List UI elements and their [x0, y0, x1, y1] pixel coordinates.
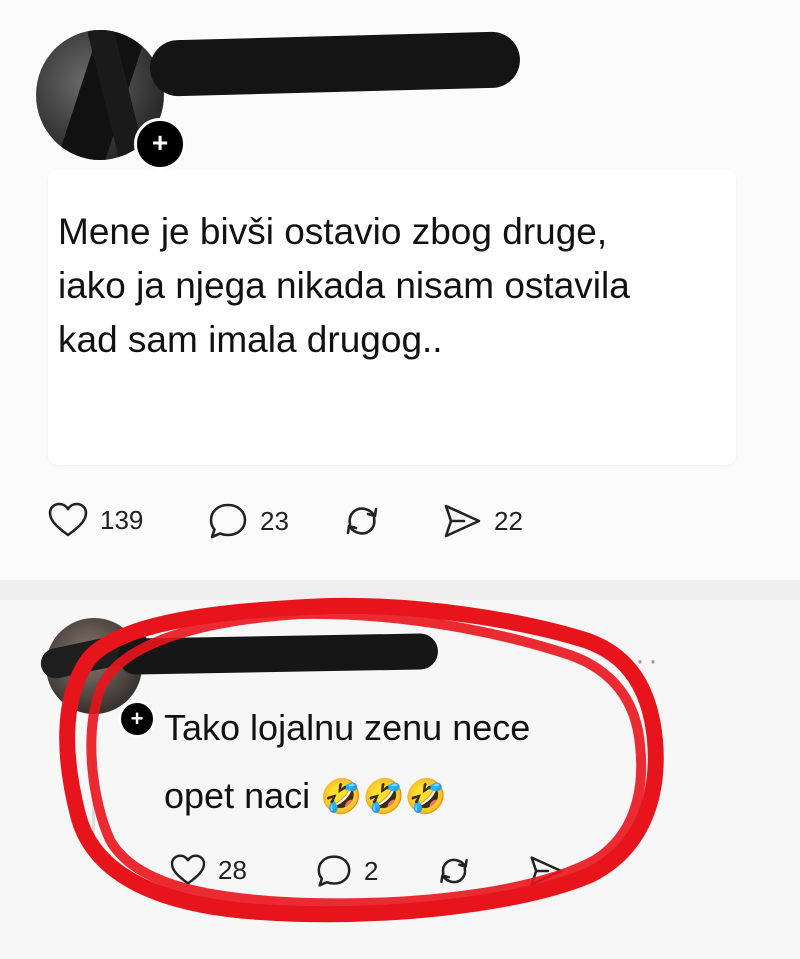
- share-count: 22: [494, 505, 523, 536]
- like-count: 139: [100, 504, 144, 535]
- reply-repost-button[interactable]: [436, 854, 472, 888]
- reply-username-redaction: [117, 633, 439, 675]
- username-redaction: [149, 31, 521, 97]
- reply-text: Tako lojalnu zenu nece opet naci 🤣🤣🤣: [164, 694, 634, 831]
- repost-icon: [440, 858, 468, 884]
- repost-icon: [346, 507, 378, 535]
- reply-share-button[interactable]: [528, 854, 564, 888]
- reply-like-button[interactable]: 28: [170, 854, 247, 886]
- laughing-emoji: 🤣🤣🤣: [320, 778, 448, 816]
- reply-text-line: Tako lojalnu zenu nece: [164, 707, 531, 748]
- post-text: Mene je bivši ostavio zbog druge, iako j…: [58, 205, 738, 367]
- reply-text-line-words: opet naci: [164, 775, 311, 816]
- comment-icon: [209, 503, 247, 539]
- heart-icon: [170, 854, 206, 885]
- reply-text-line: opet naci 🤣🤣🤣: [164, 762, 634, 831]
- send-icon: [530, 856, 563, 886]
- reply-like-count: 28: [218, 854, 247, 885]
- share-button[interactable]: 22: [442, 502, 523, 540]
- thread-line: [92, 760, 95, 850]
- reply-comment-count: 2: [364, 855, 379, 886]
- post-text-line: kad sam imala drugog..: [58, 319, 443, 360]
- repost-button[interactable]: [342, 502, 382, 540]
- reply-comment-button[interactable]: 2: [316, 854, 378, 888]
- heart-icon: [48, 502, 88, 537]
- comment-icon: [317, 855, 351, 887]
- more-icon[interactable]: ···: [622, 644, 661, 678]
- send-icon: [444, 504, 481, 538]
- follow-plus-icon[interactable]: +: [134, 118, 186, 170]
- post-text-line: iako ja njega nikada nisam ostavila: [58, 265, 630, 306]
- like-button[interactable]: 139: [48, 502, 143, 538]
- reply-button[interactable]: 23: [208, 502, 289, 540]
- post-text-line: Mene je bivši ostavio zbog druge,: [58, 211, 608, 252]
- follow-plus-icon[interactable]: +: [118, 700, 156, 738]
- reply-count: 23: [260, 505, 289, 536]
